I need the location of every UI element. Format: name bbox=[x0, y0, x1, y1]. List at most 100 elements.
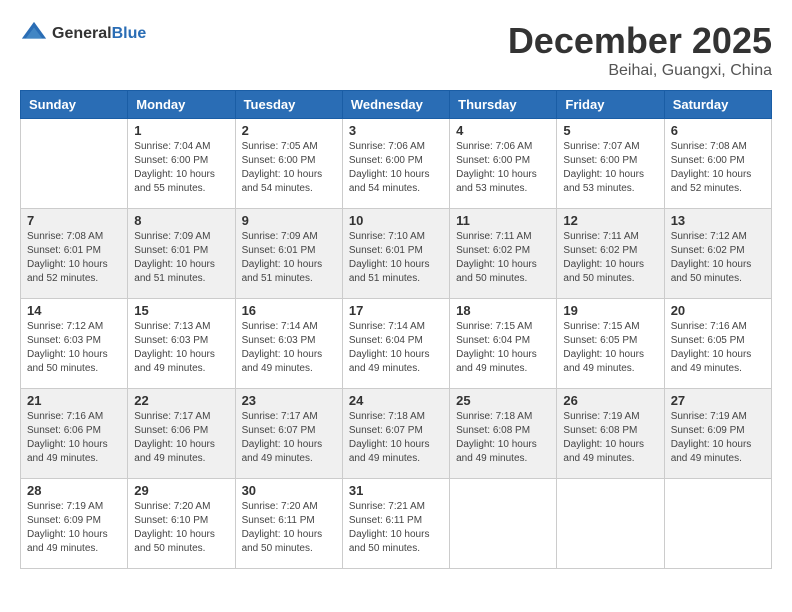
day-number: 6 bbox=[671, 123, 765, 138]
day-number: 7 bbox=[27, 213, 121, 228]
day-info: Sunrise: 7:16 AM Sunset: 6:06 PM Dayligh… bbox=[27, 410, 121, 466]
day-number: 25 bbox=[456, 393, 550, 408]
day-number: 5 bbox=[563, 123, 657, 138]
header-wednesday: Wednesday bbox=[342, 91, 449, 119]
day-info: Sunrise: 7:12 AM Sunset: 6:02 PM Dayligh… bbox=[671, 230, 765, 286]
day-info: Sunrise: 7:20 AM Sunset: 6:11 PM Dayligh… bbox=[242, 500, 336, 556]
day-info: Sunrise: 7:21 AM Sunset: 6:11 PM Dayligh… bbox=[349, 500, 443, 556]
day-info: Sunrise: 7:09 AM Sunset: 6:01 PM Dayligh… bbox=[242, 230, 336, 286]
day-number: 18 bbox=[456, 303, 550, 318]
table-cell bbox=[21, 119, 128, 209]
day-info: Sunrise: 7:18 AM Sunset: 6:07 PM Dayligh… bbox=[349, 410, 443, 466]
table-cell bbox=[450, 479, 557, 569]
table-cell: 29 Sunrise: 7:20 AM Sunset: 6:10 PM Dayli… bbox=[128, 479, 235, 569]
table-cell bbox=[664, 479, 771, 569]
table-cell: 3 Sunrise: 7:06 AM Sunset: 6:00 PM Daylig… bbox=[342, 119, 449, 209]
day-info: Sunrise: 7:12 AM Sunset: 6:03 PM Dayligh… bbox=[27, 320, 121, 376]
table-cell: 8 Sunrise: 7:09 AM Sunset: 6:01 PM Daylig… bbox=[128, 209, 235, 299]
table-cell: 24 Sunrise: 7:18 AM Sunset: 6:07 PM Dayli… bbox=[342, 389, 449, 479]
week-row-1: 1 Sunrise: 7:04 AM Sunset: 6:00 PM Daylig… bbox=[21, 119, 772, 209]
day-info: Sunrise: 7:09 AM Sunset: 6:01 PM Dayligh… bbox=[134, 230, 228, 286]
day-number: 15 bbox=[134, 303, 228, 318]
day-number: 22 bbox=[134, 393, 228, 408]
table-cell: 4 Sunrise: 7:06 AM Sunset: 6:00 PM Daylig… bbox=[450, 119, 557, 209]
table-cell: 11Sunrise: 7:11 AM Sunset: 6:02 PM Dayli… bbox=[450, 209, 557, 299]
table-cell: 7Sunrise: 7:08 AM Sunset: 6:01 PM Daylig… bbox=[21, 209, 128, 299]
day-number: 24 bbox=[349, 393, 443, 408]
day-number: 29 bbox=[134, 483, 228, 498]
day-info: Sunrise: 7:18 AM Sunset: 6:08 PM Dayligh… bbox=[456, 410, 550, 466]
header-row: Sunday Monday Tuesday Wednesday Thursday… bbox=[21, 91, 772, 119]
table-cell: 23 Sunrise: 7:17 AM Sunset: 6:07 PM Dayli… bbox=[235, 389, 342, 479]
day-info: Sunrise: 7:20 AM Sunset: 6:10 PM Dayligh… bbox=[134, 500, 228, 556]
table-cell: 2 Sunrise: 7:05 AM Sunset: 6:00 PM Daylig… bbox=[235, 119, 342, 209]
week-row-5: 28Sunrise: 7:19 AM Sunset: 6:09 PM Dayli… bbox=[21, 479, 772, 569]
day-info: Sunrise: 7:17 AM Sunset: 6:07 PM Dayligh… bbox=[242, 410, 336, 466]
logo: GeneralBlue bbox=[20, 20, 146, 48]
day-info: Sunrise: 7:15 AM Sunset: 6:04 PM Dayligh… bbox=[456, 320, 550, 376]
title-section: December 2025 Beihai, Guangxi, China bbox=[508, 20, 772, 80]
week-row-4: 21 Sunrise: 7:16 AM Sunset: 6:06 PM Dayli… bbox=[21, 389, 772, 479]
day-info: Sunrise: 7:14 AM Sunset: 6:03 PM Dayligh… bbox=[242, 320, 336, 376]
day-info: Sunrise: 7:14 AM Sunset: 6:04 PM Dayligh… bbox=[349, 320, 443, 376]
day-number: 28 bbox=[27, 483, 121, 498]
logo-blue: Blue bbox=[112, 25, 147, 42]
table-cell: 13 Sunrise: 7:12 AM Sunset: 6:02 PM Dayli… bbox=[664, 209, 771, 299]
calendar-subtitle: Beihai, Guangxi, China bbox=[508, 62, 772, 80]
table-cell: 19 Sunrise: 7:15 AM Sunset: 6:05 PM Dayli… bbox=[557, 299, 664, 389]
day-info: Sunrise: 7:08 AM Sunset: 6:00 PM Dayligh… bbox=[671, 140, 765, 196]
table-cell: 9 Sunrise: 7:09 AM Sunset: 6:01 PM Daylig… bbox=[235, 209, 342, 299]
day-number: 8 bbox=[134, 213, 228, 228]
day-info: Sunrise: 7:16 AM Sunset: 6:05 PM Dayligh… bbox=[671, 320, 765, 376]
table-cell bbox=[557, 479, 664, 569]
header-tuesday: Tuesday bbox=[235, 91, 342, 119]
table-cell: 14 Sunrise: 7:12 AM Sunset: 6:03 PM Dayli… bbox=[21, 299, 128, 389]
calendar-title: December 2025 bbox=[508, 20, 772, 62]
day-number: 14 bbox=[27, 303, 121, 318]
day-number: 2 bbox=[242, 123, 336, 138]
header-friday: Friday bbox=[557, 91, 664, 119]
table-cell: 15Sunrise: 7:13 AM Sunset: 6:03 PM Dayli… bbox=[128, 299, 235, 389]
day-info: Sunrise: 7:06 AM Sunset: 6:00 PM Dayligh… bbox=[349, 140, 443, 196]
week-row-2: 7Sunrise: 7:08 AM Sunset: 6:01 PM Daylig… bbox=[21, 209, 772, 299]
logo-icon bbox=[20, 20, 48, 48]
day-info: Sunrise: 7:05 AM Sunset: 6:00 PM Dayligh… bbox=[242, 140, 336, 196]
day-number: 10 bbox=[349, 213, 443, 228]
header-thursday: Thursday bbox=[450, 91, 557, 119]
day-number: 3 bbox=[349, 123, 443, 138]
day-number: 27 bbox=[671, 393, 765, 408]
table-cell: 16Sunrise: 7:14 AM Sunset: 6:03 PM Dayli… bbox=[235, 299, 342, 389]
table-cell: 5Sunrise: 7:07 AM Sunset: 6:00 PM Daylig… bbox=[557, 119, 664, 209]
day-number: 13 bbox=[671, 213, 765, 228]
day-info: Sunrise: 7:06 AM Sunset: 6:00 PM Dayligh… bbox=[456, 140, 550, 196]
day-number: 19 bbox=[563, 303, 657, 318]
day-info: Sunrise: 7:04 AM Sunset: 6:00 PM Dayligh… bbox=[134, 140, 228, 196]
day-info: Sunrise: 7:19 AM Sunset: 6:08 PM Dayligh… bbox=[563, 410, 657, 466]
day-number: 17 bbox=[349, 303, 443, 318]
day-number: 23 bbox=[242, 393, 336, 408]
logo-general: General bbox=[52, 25, 112, 42]
table-cell: 18 Sunrise: 7:15 AM Sunset: 6:04 PM Dayli… bbox=[450, 299, 557, 389]
table-cell: 22 Sunrise: 7:17 AM Sunset: 6:06 PM Dayli… bbox=[128, 389, 235, 479]
header-saturday: Saturday bbox=[664, 91, 771, 119]
table-cell: 28Sunrise: 7:19 AM Sunset: 6:09 PM Dayli… bbox=[21, 479, 128, 569]
day-number: 26 bbox=[563, 393, 657, 408]
day-info: Sunrise: 7:17 AM Sunset: 6:06 PM Dayligh… bbox=[134, 410, 228, 466]
day-info: Sunrise: 7:15 AM Sunset: 6:05 PM Dayligh… bbox=[563, 320, 657, 376]
header-monday: Monday bbox=[128, 91, 235, 119]
calendar-table: Sunday Monday Tuesday Wednesday Thursday… bbox=[20, 90, 772, 569]
day-number: 20 bbox=[671, 303, 765, 318]
header-sunday: Sunday bbox=[21, 91, 128, 119]
day-number: 1 bbox=[134, 123, 228, 138]
day-info: Sunrise: 7:19 AM Sunset: 6:09 PM Dayligh… bbox=[671, 410, 765, 466]
day-info: Sunrise: 7:10 AM Sunset: 6:01 PM Dayligh… bbox=[349, 230, 443, 286]
day-info: Sunrise: 7:11 AM Sunset: 6:02 PM Dayligh… bbox=[456, 230, 550, 286]
day-number: 4 bbox=[456, 123, 550, 138]
week-row-3: 14 Sunrise: 7:12 AM Sunset: 6:03 PM Dayli… bbox=[21, 299, 772, 389]
table-cell: 12Sunrise: 7:11 AM Sunset: 6:02 PM Dayli… bbox=[557, 209, 664, 299]
day-number: 31 bbox=[349, 483, 443, 498]
table-cell: 30Sunrise: 7:20 AM Sunset: 6:11 PM Dayli… bbox=[235, 479, 342, 569]
day-number: 21 bbox=[27, 393, 121, 408]
day-number: 12 bbox=[563, 213, 657, 228]
day-number: 9 bbox=[242, 213, 336, 228]
